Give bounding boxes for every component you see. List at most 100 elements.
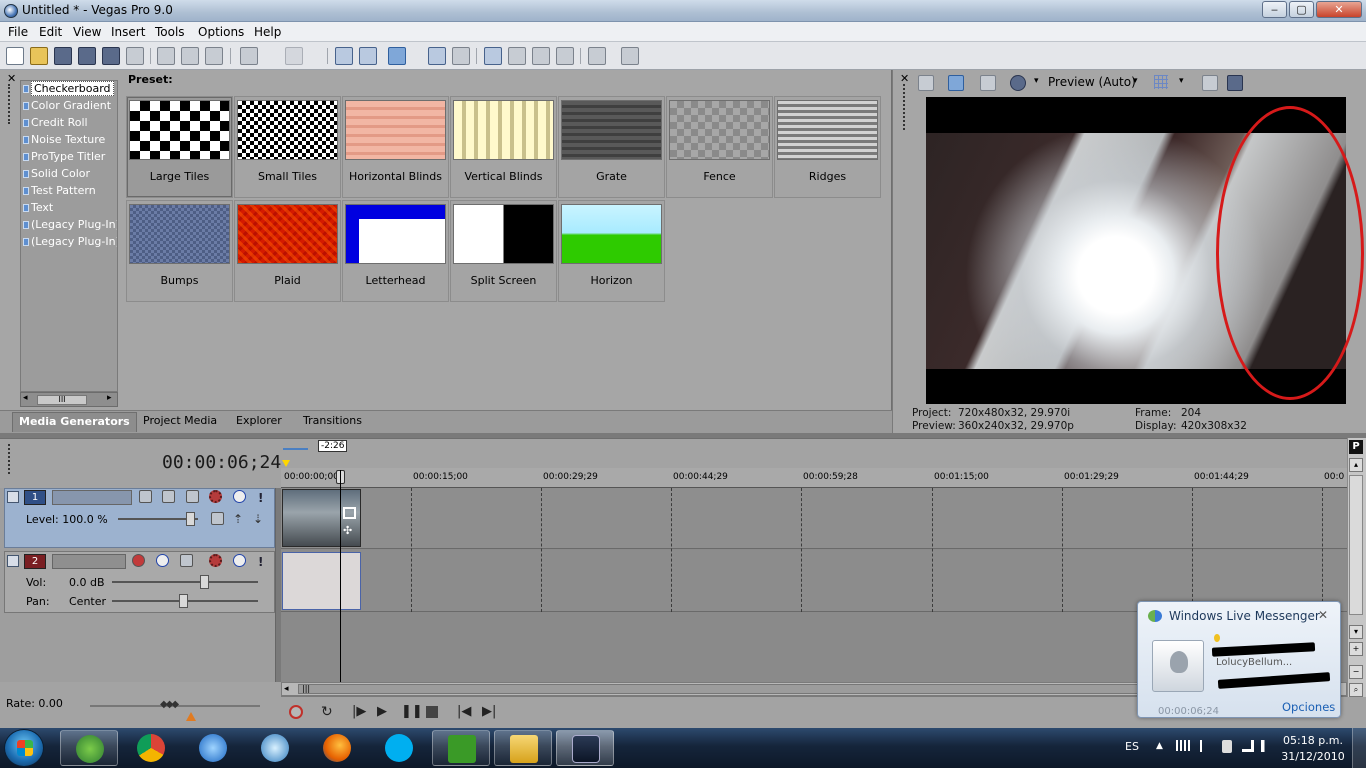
contact-avatar[interactable] — [1152, 640, 1204, 692]
go-to-end-icon[interactable]: ▶| — [482, 704, 496, 719]
go-to-start-icon[interactable]: |◀ — [457, 704, 471, 719]
scroll-up-arrow-icon[interactable]: ▴ — [1349, 458, 1363, 472]
taskbar-vegas-app[interactable] — [556, 730, 614, 766]
loop-region-bar[interactable] — [283, 440, 308, 450]
cut-icon[interactable] — [157, 47, 175, 65]
menu-help[interactable]: Help — [254, 25, 281, 39]
action-center-flag-icon[interactable] — [1200, 740, 1212, 752]
grid-dropdown-arrow-icon[interactable]: ▾ — [1179, 76, 1184, 86]
taskbar-skype-app[interactable] — [370, 730, 428, 766]
menu-edit[interactable]: Edit — [39, 25, 62, 39]
video-track-lane[interactable] — [281, 488, 1347, 549]
tray-clock-date[interactable]: 31/12/2010 — [1278, 750, 1348, 763]
dock-grip[interactable] — [8, 84, 11, 124]
preset-bumps[interactable]: Bumps — [126, 200, 233, 302]
network-icon[interactable] — [1176, 740, 1190, 751]
solo-icon[interactable]: ! — [258, 491, 263, 505]
vegas-app-icon[interactable] — [4, 4, 18, 18]
grid-icon[interactable] — [1154, 75, 1168, 89]
tab-explorer[interactable]: Explorer — [236, 412, 282, 432]
pause-icon[interactable]: ❚❚ — [401, 704, 423, 719]
envelope-tool-icon[interactable] — [508, 47, 526, 65]
preview-quality-select[interactable]: Preview (Auto) — [1048, 75, 1136, 89]
generator-color-gradient[interactable]: Color Gradient — [21, 98, 117, 114]
volume-slider-track[interactable] — [112, 581, 258, 583]
generator-text[interactable]: Text — [21, 200, 117, 216]
overlays-dropdown-arrow-icon[interactable]: ▾ — [1034, 76, 1039, 86]
menu-view[interactable]: View — [73, 25, 101, 39]
preset-plaid[interactable]: Plaid — [234, 200, 341, 302]
open-folder-icon[interactable] — [30, 47, 48, 65]
record-icon[interactable] — [289, 705, 303, 719]
marker-icon[interactable] — [282, 460, 290, 467]
preset-large-tiles[interactable]: Large Tiles — [126, 96, 233, 198]
mute-icon[interactable] — [233, 490, 246, 503]
taskbar-chrome-app[interactable] — [122, 730, 180, 766]
menu-file[interactable]: File — [8, 25, 28, 39]
whats-this-help-icon[interactable] — [621, 47, 639, 65]
render-as-icon[interactable] — [102, 47, 120, 65]
scroll-thumb[interactable]: III — [37, 395, 87, 405]
generator-noise-texture[interactable]: Noise Texture — [21, 132, 117, 148]
properties-icon[interactable] — [126, 47, 144, 65]
zoom-tool-icon[interactable]: ⌕ — [1349, 683, 1363, 697]
arm-for-record-icon[interactable] — [132, 554, 145, 567]
taskbar-snowflake-app[interactable] — [246, 730, 304, 766]
ignore-grouping-icon[interactable] — [452, 47, 470, 65]
overlays-icon[interactable] — [1010, 75, 1026, 91]
copy-snapshot-icon[interactable] — [1202, 75, 1218, 91]
preset-small-tiles[interactable]: Small Tiles — [234, 96, 341, 198]
volume-slider-thumb[interactable] — [200, 575, 209, 589]
tray-language[interactable]: ES — [1125, 740, 1139, 753]
preset-letterhead[interactable]: Letterhead — [342, 200, 449, 302]
zoom-tool-icon[interactable] — [556, 47, 574, 65]
generator-credit-roll[interactable]: Credit Roll — [21, 115, 117, 131]
track-name-field[interactable] — [52, 554, 126, 569]
tray-show-hidden-icon[interactable]: ▲ — [1156, 741, 1163, 751]
save-snapshot-icon[interactable] — [1227, 75, 1243, 91]
make-compositing-child-icon[interactable] — [162, 490, 175, 503]
zoom-in-icon[interactable]: + — [1349, 642, 1363, 656]
taskbar-utorrent-app[interactable] — [432, 730, 490, 766]
save-as-icon[interactable] — [78, 47, 96, 65]
preset-grate[interactable]: Grate — [558, 96, 665, 198]
media-fx-icon[interactable] — [588, 47, 606, 65]
stop-icon[interactable] — [426, 706, 438, 718]
preset-split-screen[interactable]: Split Screen — [450, 200, 557, 302]
preset-horizontal-blinds[interactable]: Horizontal Blinds — [342, 96, 449, 198]
quality-dropdown-arrow-icon[interactable]: ▾ — [1133, 76, 1138, 86]
mute-icon[interactable] — [233, 554, 246, 567]
tab-project-media[interactable]: Project Media — [143, 412, 217, 432]
taskbar-messenger-app[interactable] — [60, 730, 118, 766]
zoom-out-icon[interactable]: − — [1349, 665, 1363, 679]
move-track-down-icon[interactable]: ⇣ — [253, 512, 263, 526]
track-name-field[interactable] — [52, 490, 132, 505]
enable-snapping-icon[interactable] — [335, 47, 353, 65]
paste-icon[interactable] — [205, 47, 223, 65]
move-track-up-icon[interactable]: ⇡ — [233, 512, 243, 526]
maximize-button[interactable]: ▢ — [1289, 1, 1314, 18]
auto-crossfade-icon[interactable] — [359, 47, 377, 65]
horizontal-scroll-thumb[interactable]: ||| — [298, 684, 1138, 694]
track-collapse-icon[interactable] — [7, 555, 19, 567]
compositing-mode-icon[interactable] — [139, 490, 152, 503]
vertical-scroll-thumb[interactable] — [1349, 475, 1363, 615]
new-file-icon[interactable] — [6, 47, 24, 65]
minimize-button[interactable]: ‒ — [1262, 1, 1287, 18]
generator-checkerboard[interactable]: Checkerboard — [21, 81, 117, 97]
preset-ridges[interactable]: Ridges — [774, 96, 881, 198]
marker-tool-icon[interactable]: P — [1349, 440, 1363, 454]
messenger-options-link[interactable]: Opciones — [1282, 700, 1335, 714]
copy-icon[interactable] — [181, 47, 199, 65]
event-pan-crop-icon[interactable] — [343, 507, 356, 519]
lock-envelopes-icon[interactable] — [428, 47, 446, 65]
show-desktop-button[interactable] — [1352, 728, 1366, 768]
preset-horizon[interactable]: Horizon — [558, 200, 665, 302]
timecode-display[interactable]: 00:00:06;24 — [162, 452, 281, 473]
split-screen-view-icon[interactable] — [980, 75, 996, 91]
solo-icon[interactable]: ! — [258, 555, 263, 569]
generator-test-pattern[interactable]: Test Pattern — [21, 183, 117, 199]
video-output-fx-icon[interactable] — [918, 75, 934, 91]
track-options-icon[interactable] — [211, 512, 224, 525]
scroll-left-arrow-icon[interactable]: ◂ — [284, 684, 289, 694]
